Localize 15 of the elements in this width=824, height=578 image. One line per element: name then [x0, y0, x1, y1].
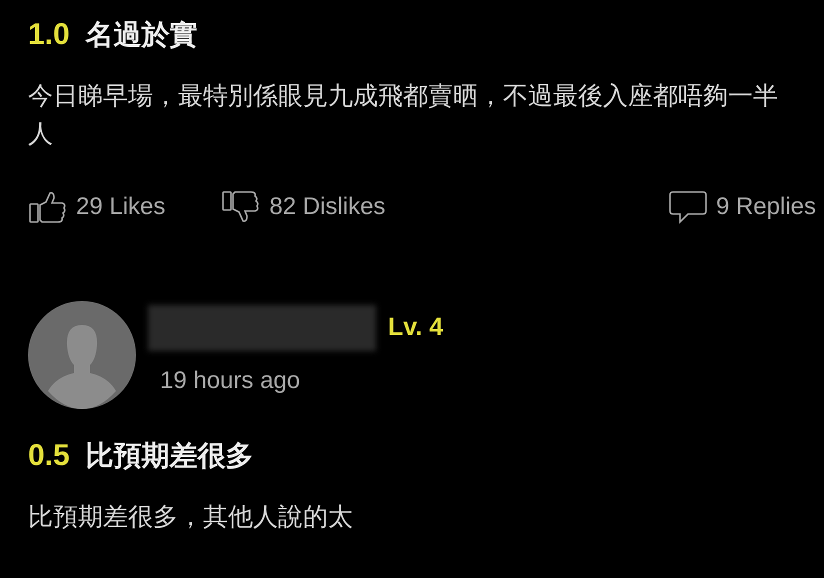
review-body: 比預期差很多，其他人說的太 [28, 502, 354, 533]
avatar-icon [28, 301, 136, 409]
thumbs-up-icon[interactable] [28, 190, 68, 224]
post-time: 19 hours ago [159, 366, 302, 396]
rating-score: 1.0 [28, 17, 70, 53]
thumbs-down-icon[interactable] [221, 190, 262, 224]
speech-bubble-icon[interactable] [668, 190, 708, 224]
review-body: 今日睇早場，最特別係眼見九成飛都賣晒，不過最後入座都唔夠一半人 [28, 81, 779, 150]
review-title: 比預期差很多 [86, 438, 254, 472]
rating-score: 0.5 [28, 438, 70, 474]
user-level: Lv. 4 [388, 312, 444, 344]
likes-count[interactable]: 29 Likes [76, 189, 166, 225]
review-title: 名過於實 [86, 18, 198, 52]
replies-count[interactable]: 9 Replies [716, 189, 816, 225]
dislikes-count[interactable]: 82 Dislikes [269, 189, 386, 225]
